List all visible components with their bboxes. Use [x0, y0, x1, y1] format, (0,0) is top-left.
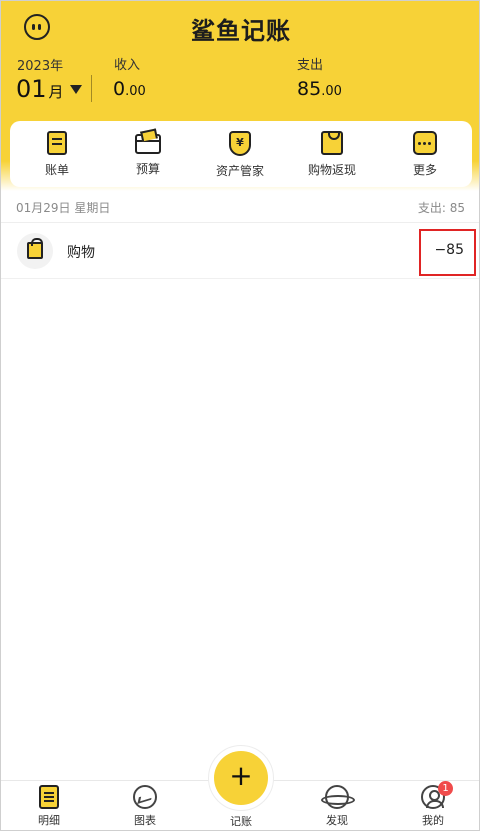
list-icon	[39, 785, 59, 809]
app-screen: 鲨鱼记账 2023年 01 月 收入 0.00 支出 85.00 账单 预算 ¥…	[0, 0, 480, 831]
nav-chart[interactable]: 图表	[110, 785, 180, 828]
income-value: 0.00	[113, 78, 146, 100]
app-title: 鲨鱼记账	[191, 17, 291, 45]
caret-down-icon	[69, 84, 82, 94]
expense-label: 支出	[297, 58, 324, 73]
shortcut-card: 账单 预算 ¥ 资产管家 购物返现 更多	[10, 121, 472, 187]
shortcut-cashback[interactable]: 购物返现	[287, 131, 377, 178]
shortcut-budget[interactable]: 预算	[103, 131, 193, 177]
notification-badge: 1	[438, 781, 453, 796]
income-label: 收入	[114, 58, 141, 73]
bill-icon	[47, 131, 67, 155]
add-record-button[interactable]: +	[214, 751, 268, 805]
shortcut-assets[interactable]: ¥ 资产管家	[195, 131, 285, 179]
expense-value: 85.00	[297, 78, 342, 100]
category-avatar	[17, 233, 53, 269]
month-number: 01	[16, 75, 47, 103]
record-category: 购物	[67, 245, 95, 261]
chart-icon	[133, 785, 157, 809]
day-expense-summary: 支出: 85	[417, 201, 465, 215]
planet-icon	[321, 785, 355, 809]
nav-discover[interactable]: 发现	[302, 785, 372, 828]
more-icon	[413, 131, 437, 155]
plus-icon: +	[229, 759, 253, 792]
month-selector[interactable]: 01 月	[16, 75, 82, 103]
shield-yen-icon: ¥	[229, 131, 251, 156]
month-unit: 月	[48, 83, 64, 101]
add-record-label: 记账	[230, 815, 252, 828]
highlight-box	[419, 229, 476, 276]
list-item[interactable]: 购物 −85	[1, 223, 479, 279]
shopping-bag-icon	[27, 238, 43, 259]
shortcut-bill[interactable]: 账单	[12, 131, 102, 178]
day-date: 01月29日 星期日	[16, 201, 111, 215]
nav-me[interactable]: 我的	[398, 785, 468, 828]
shortcut-more[interactable]: 更多	[380, 131, 470, 178]
wallet-icon	[135, 134, 161, 154]
nav-detail[interactable]: 明细	[14, 785, 84, 828]
shopping-bag-icon	[321, 131, 343, 155]
day-header: 01月29日 星期日 支出: 85	[1, 191, 479, 223]
divider	[91, 75, 92, 102]
year-label: 2023年	[17, 59, 64, 74]
